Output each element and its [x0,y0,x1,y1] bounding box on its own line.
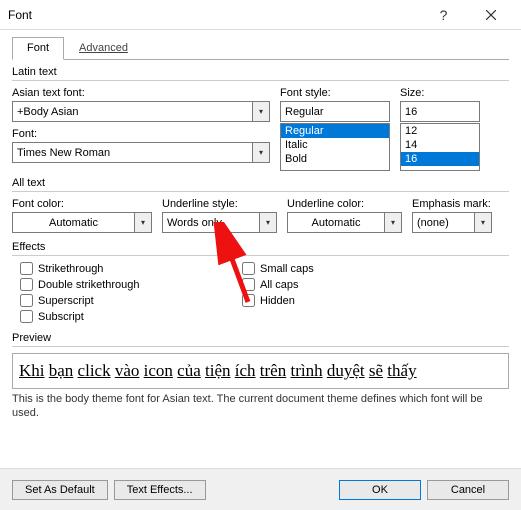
size-input[interactable]: 16 [400,101,480,122]
chevron-down-icon: ▾ [252,143,269,162]
font-color-label: Font color: [12,198,152,210]
set-as-default-button[interactable]: Set As Default [12,480,108,500]
font-style-label: Font style: [280,87,390,99]
tabstrip: Font Advanced [12,36,509,60]
preview-box: Khi bạn click vào icon của tiện ích trên… [12,353,509,389]
underline-color-label: Underline color: [287,198,402,210]
underline-color-combo[interactable]: Automatic ▾ [287,212,402,233]
asian-font-combo[interactable]: +Body Asian ▾ [12,101,270,122]
emphasis-label: Emphasis mark: [412,198,492,210]
group-preview: Preview [12,332,509,344]
list-item[interactable]: 16 [401,152,479,166]
preview-note: This is the body theme font for Asian te… [12,393,509,421]
divider [12,346,509,347]
footer: Set As Default Text Effects... OK Cancel [0,468,521,510]
list-item[interactable]: Bold [281,152,389,166]
tab-advanced[interactable]: Advanced [64,37,143,60]
all-caps-checkbox[interactable]: All caps [242,278,382,291]
font-style-list[interactable]: Regular Italic Bold [280,123,390,171]
help-button[interactable]: ? [421,0,466,30]
tab-font[interactable]: Font [12,37,64,60]
emphasis-combo[interactable]: (none) ▾ [412,212,492,233]
underline-style-combo[interactable]: Words only ▾ [162,212,277,233]
font-combo[interactable]: Times New Roman ▾ [12,142,270,163]
divider [12,191,509,192]
cancel-button[interactable]: Cancel [427,480,509,500]
underline-style-label: Underline style: [162,198,277,210]
divider [12,255,509,256]
font-label: Font: [12,128,270,140]
close-button[interactable] [468,0,513,30]
titlebar: Font ? [0,0,521,30]
superscript-checkbox[interactable]: Superscript [20,294,232,307]
font-color-combo[interactable]: Automatic ▾ [12,212,152,233]
hidden-checkbox[interactable]: Hidden [242,294,382,307]
font-style-input[interactable]: Regular [280,101,390,122]
preview-text: Khi bạn click vào icon của tiện ích trên… [19,361,417,381]
strikethrough-checkbox[interactable]: Strikethrough [20,262,232,275]
subscript-checkbox[interactable]: Subscript [20,310,232,323]
chevron-down-icon: ▾ [259,213,276,232]
window-title: Font [8,8,421,22]
chevron-down-icon: ▾ [252,102,269,121]
group-latin-text: Latin text [12,66,509,78]
asian-font-label: Asian text font: [12,87,270,99]
group-all-text: All text [12,177,509,189]
list-item[interactable]: Italic [281,138,389,152]
group-effects: Effects [12,241,509,253]
list-item[interactable]: 12 [401,124,479,138]
double-strikethrough-checkbox[interactable]: Double strikethrough [20,278,232,291]
divider [12,80,509,81]
list-item[interactable]: 14 [401,138,479,152]
ok-button[interactable]: OK [339,480,421,500]
list-item[interactable]: Regular [281,124,389,138]
size-list[interactable]: 12 14 16 [400,123,480,171]
chevron-down-icon: ▾ [134,213,151,232]
size-label: Size: [400,87,480,99]
chevron-down-icon: ▾ [474,213,491,232]
chevron-down-icon: ▾ [384,213,401,232]
text-effects-button[interactable]: Text Effects... [114,480,206,500]
small-caps-checkbox[interactable]: Small caps [242,262,382,275]
